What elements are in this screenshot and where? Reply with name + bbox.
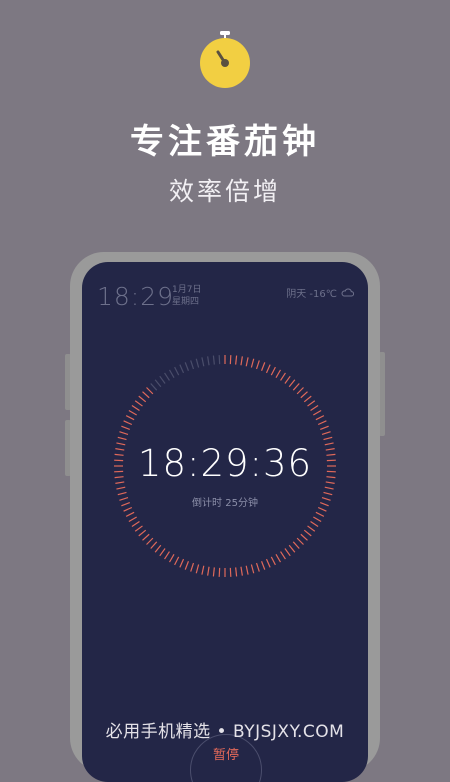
dial-tick — [246, 357, 248, 366]
dial-tick — [324, 437, 333, 439]
timer-dial — [82, 262, 368, 782]
dial-tick — [293, 384, 299, 391]
dial-tick — [301, 392, 308, 398]
dial-tick — [132, 522, 140, 527]
dial-tick — [262, 362, 265, 370]
dial-tick — [175, 557, 179, 565]
dial-tick — [316, 416, 324, 420]
dial-tick — [271, 557, 275, 565]
dial-tick — [236, 356, 237, 365]
dial-tick — [266, 559, 270, 567]
dial-tick — [293, 542, 299, 549]
dial-tick — [213, 356, 214, 365]
dial-tick — [129, 411, 137, 416]
dial-tick — [241, 356, 242, 365]
dial-tick — [155, 545, 161, 552]
dial-tick — [147, 388, 153, 394]
dial-tick — [311, 406, 319, 411]
dial-tick — [289, 380, 295, 387]
dial-tick — [304, 530, 311, 536]
dial-tick — [191, 563, 194, 572]
subline: 效率倍增 — [0, 172, 450, 208]
watermark: 必用手机精选 • BYJSJXY.COM — [0, 717, 450, 742]
dial-tick — [281, 552, 286, 560]
dial-tick — [313, 517, 321, 522]
dial-tick — [121, 426, 129, 429]
dial-tick — [251, 565, 253, 574]
dial-tick — [325, 487, 334, 489]
dial-tick — [196, 565, 198, 574]
phone-screen: 18:29 1月7日 星期四 阴天 -16℃ 18:29:36 倒计时 25分钟… — [82, 262, 368, 782]
dial-tick — [318, 421, 326, 425]
dial-tick — [191, 360, 194, 369]
dial-tick — [208, 356, 209, 365]
dial-tick — [143, 392, 150, 398]
dial-tick — [281, 373, 286, 381]
dial-tick — [213, 567, 214, 576]
dial-tick — [262, 561, 265, 569]
dial-tick — [276, 370, 281, 378]
dial-tick — [132, 406, 140, 411]
dial-tick — [276, 554, 281, 562]
dial-tick — [165, 552, 170, 560]
dial-tick — [308, 526, 315, 531]
dial-tick — [160, 549, 165, 556]
dial-tick — [151, 384, 157, 391]
dial-tick — [124, 421, 132, 425]
dial-tick — [170, 370, 175, 378]
countdown-label: 倒计时 25分钟 — [82, 494, 368, 509]
dial-tick — [185, 362, 188, 370]
dial-tick — [285, 376, 290, 383]
dial-tick — [202, 566, 204, 575]
dial-tick — [257, 360, 260, 369]
dial-tick — [143, 534, 150, 540]
dial-tick — [185, 561, 188, 569]
dial-tick — [257, 563, 260, 572]
dial-tick — [139, 530, 146, 536]
dial-tick — [202, 357, 204, 366]
dial-tick — [311, 522, 319, 527]
dial-tick — [208, 567, 209, 576]
dial-tick — [126, 512, 134, 516]
dial-tick — [289, 545, 295, 552]
dial-tick — [313, 411, 321, 416]
dial-tick — [241, 567, 242, 576]
dial-tick — [266, 365, 270, 373]
dial-tick — [180, 365, 184, 373]
dial-tick — [139, 396, 146, 402]
dial-tick — [118, 437, 127, 439]
dial-tick — [246, 566, 248, 575]
dial-tick — [151, 542, 157, 549]
dial-tick — [297, 538, 303, 544]
dial-tick — [116, 487, 125, 489]
dial-tick — [170, 554, 175, 562]
dial-tick — [155, 380, 161, 387]
dial-tick — [135, 401, 142, 406]
dial-tick — [304, 396, 311, 402]
dial-tick — [126, 416, 134, 420]
dial-tick — [316, 512, 324, 516]
dial-tick — [297, 388, 303, 394]
dial-tick — [119, 432, 128, 435]
dial-tick — [147, 538, 153, 544]
dial-tick — [320, 426, 328, 429]
dial-tick — [160, 376, 165, 383]
dial-tick — [180, 559, 184, 567]
dial-tick — [196, 359, 198, 368]
dial-tick — [271, 367, 275, 375]
dial-tick — [251, 359, 253, 368]
headline: 专注番茄钟 — [0, 114, 450, 163]
stopwatch-icon — [199, 31, 251, 88]
dial-tick — [236, 567, 237, 576]
dial-tick — [308, 401, 315, 406]
dial-tick — [285, 549, 290, 556]
dial-tick — [322, 432, 331, 435]
dial-tick — [301, 534, 308, 540]
dial-tick — [165, 373, 170, 381]
timer-display: 18:29:36 — [82, 442, 368, 485]
dial-tick — [129, 517, 137, 522]
dial-tick — [135, 526, 142, 531]
dial-tick — [175, 367, 179, 375]
